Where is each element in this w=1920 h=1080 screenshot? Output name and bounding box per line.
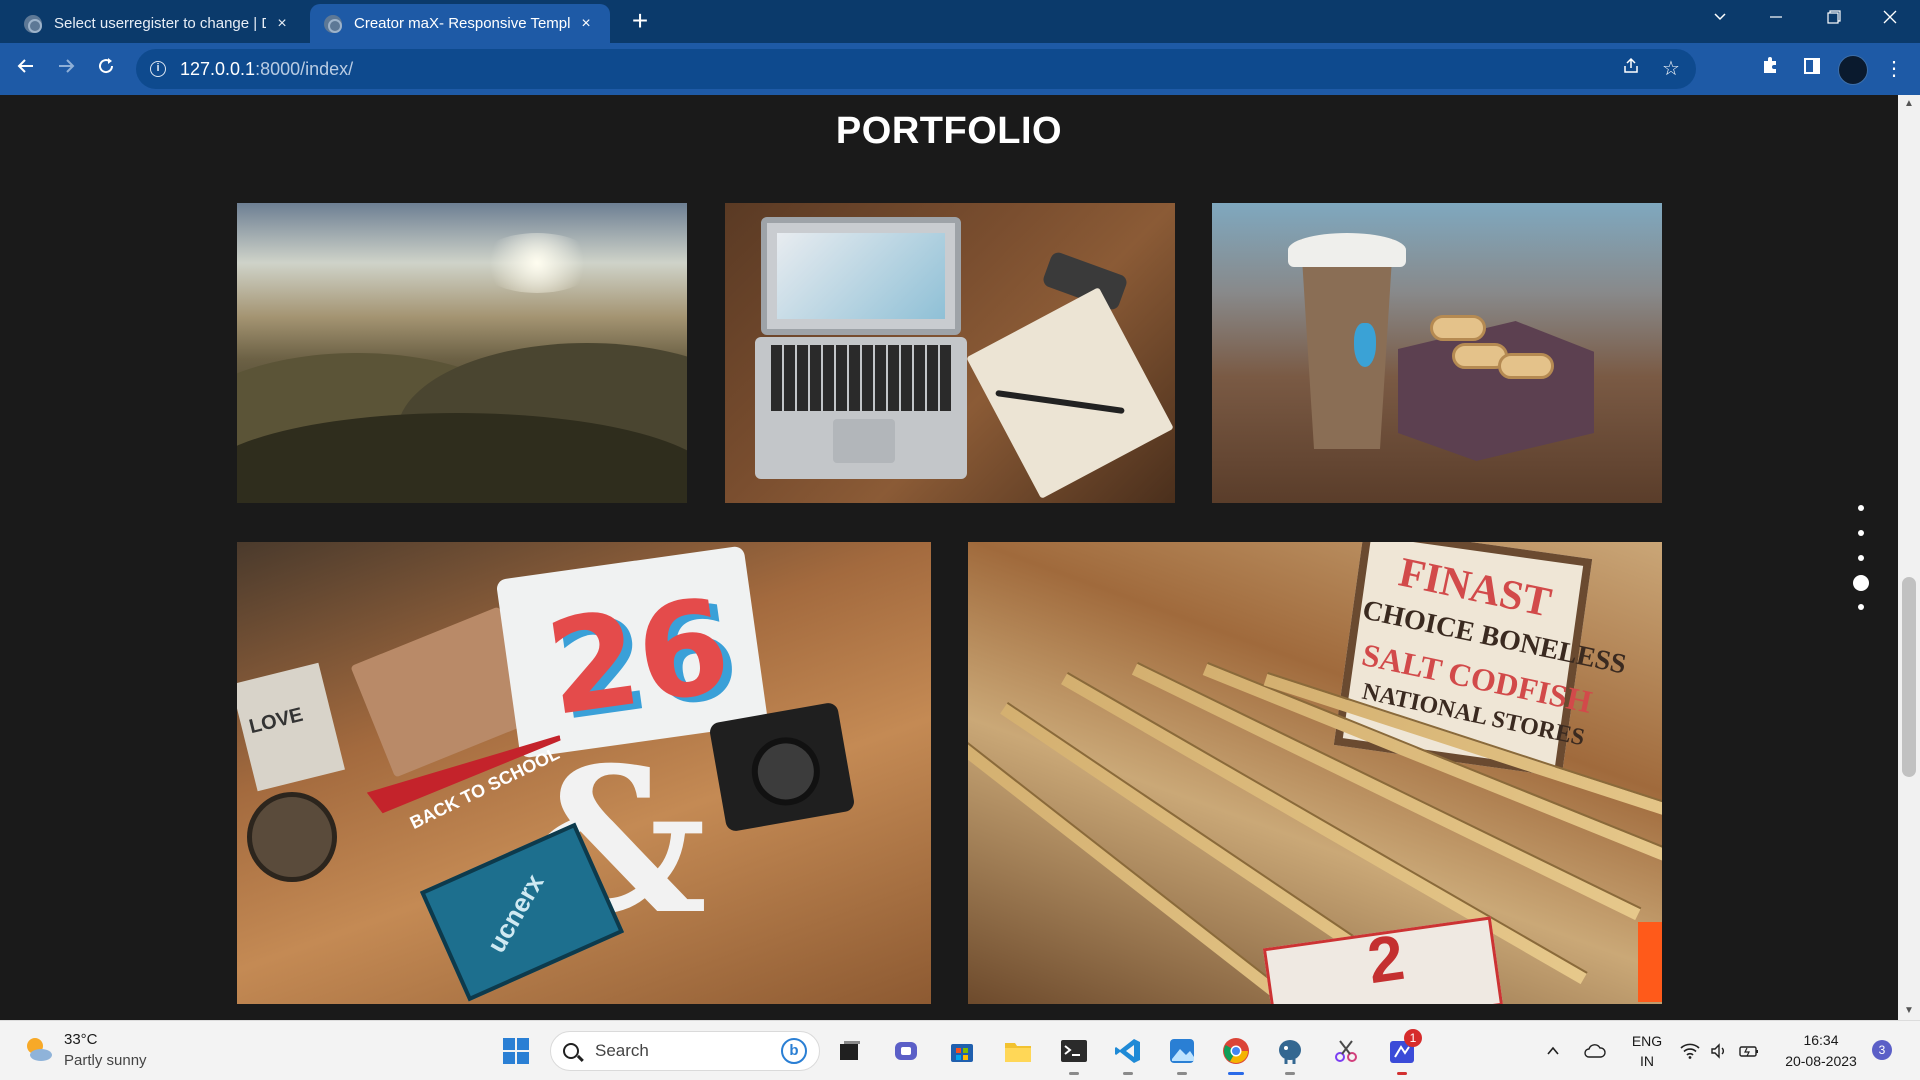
back-button[interactable]	[8, 51, 44, 87]
coffee-cup-lid	[1288, 233, 1406, 267]
laptop-screen	[761, 217, 961, 335]
tab-title: Select userregister to change | Dj	[54, 15, 266, 32]
new-tab-button[interactable]: +	[624, 6, 656, 38]
tray-overflow-chevron-icon[interactable]	[1538, 1031, 1568, 1071]
weather-description[interactable]: Partly sunny	[64, 1052, 147, 1069]
language-indicator-bottom[interactable]: IN	[1628, 1053, 1666, 1069]
macaron	[1498, 353, 1554, 379]
laptop-trackpad	[833, 419, 895, 463]
macaron-box	[1398, 321, 1594, 461]
battery-charging-icon[interactable]	[1734, 1031, 1764, 1071]
profile-avatar[interactable]	[1838, 55, 1868, 85]
running-indicator	[1069, 1072, 1079, 1075]
back-arrow-icon	[17, 59, 33, 73]
section-nav-dot-active[interactable]	[1853, 575, 1869, 591]
bing-icon[interactable]: b	[781, 1038, 807, 1064]
file-explorer-icon[interactable]	[998, 1031, 1038, 1071]
snipping-tool-icon[interactable]	[1326, 1031, 1366, 1071]
section-nav-dot[interactable]	[1858, 604, 1864, 610]
coffee-cup	[1300, 239, 1394, 449]
postgresql-icon[interactable]	[1270, 1031, 1310, 1075]
notification-center-badge[interactable]: 3	[1872, 1040, 1892, 1060]
running-indicator	[1397, 1072, 1407, 1075]
menu-kebab-icon[interactable]: ⋮	[1876, 51, 1912, 87]
volume-icon[interactable]	[1706, 1031, 1732, 1071]
terminal-icon[interactable]	[1054, 1031, 1094, 1075]
running-indicator	[1123, 1072, 1133, 1075]
extensions-icon[interactable]	[1752, 51, 1788, 87]
photos-app-icon[interactable]	[1162, 1031, 1202, 1075]
active-app-indicator	[1228, 1072, 1244, 1075]
browser-tab-strip: Select userregister to change | Dj × Cre…	[0, 0, 1920, 43]
tab-title: Creator maX- Responsive Templa	[354, 15, 570, 32]
language-indicator-top[interactable]: ENG	[1628, 1033, 1666, 1049]
section-nav-dot[interactable]	[1858, 505, 1864, 511]
weather-temperature[interactable]: 33°C	[64, 1031, 98, 1048]
forward-arrow-icon	[59, 59, 75, 73]
partly-sunny-icon[interactable]	[22, 1033, 54, 1065]
portfolio-photo-flatlay-tshirt[interactable]: LOVE BACK TO SCHOOL & ucnerx	[237, 542, 931, 1004]
close-icon[interactable]: ×	[576, 15, 596, 33]
microsoft-store-icon[interactable]	[942, 1031, 982, 1071]
reload-icon	[99, 58, 114, 74]
onedrive-icon[interactable]	[1578, 1031, 1612, 1071]
address-bar[interactable]: i 127.0.0.1:8000/index/ ☆	[136, 49, 1696, 89]
url-path: :8000/index/	[255, 58, 354, 79]
close-window-button[interactable]	[1862, 0, 1918, 40]
minimize-button[interactable]	[1748, 0, 1804, 40]
scroll-down-arrow-icon[interactable]: ▼	[1898, 1002, 1920, 1020]
windows-logo-icon	[503, 1038, 529, 1064]
section-nav-dot[interactable]	[1858, 530, 1864, 536]
taskbar-search[interactable]: Search b	[550, 1031, 820, 1071]
macaron	[1430, 315, 1486, 341]
vintage-camera	[708, 701, 856, 833]
clock-date[interactable]: 20-08-2023	[1772, 1053, 1870, 1069]
close-icon[interactable]: ×	[272, 15, 292, 33]
tab-search-chevron-icon[interactable]	[1692, 0, 1748, 40]
sun-glow	[477, 233, 597, 293]
teams-chat-icon[interactable]	[886, 1031, 926, 1071]
reload-button[interactable]	[88, 51, 124, 87]
bottle-logo	[1354, 323, 1376, 367]
bookmark-star-icon[interactable]: ☆	[1656, 54, 1686, 84]
side-panel-icon[interactable]	[1794, 51, 1830, 87]
url-host: 127.0.0.1	[180, 58, 256, 79]
tab-django-admin[interactable]: Select userregister to change | Dj ×	[10, 4, 306, 43]
portfolio-photo-coffee-macarons[interactable]	[1212, 203, 1662, 503]
section-nav-dot[interactable]	[1858, 555, 1864, 561]
badge-circle	[247, 792, 337, 882]
browser-toolbar: i 127.0.0.1:8000/index/ ☆ ⋮	[0, 43, 1920, 95]
globe-icon	[324, 14, 342, 33]
forward-button[interactable]	[48, 51, 84, 87]
search-icon	[563, 1043, 579, 1059]
start-button[interactable]	[496, 1031, 536, 1071]
task-view-icon[interactable]	[830, 1031, 870, 1071]
scroll-thumb[interactable]	[1902, 577, 1916, 777]
share-icon[interactable]	[1616, 54, 1646, 84]
windows-taskbar: 33°C Partly sunny Search b 1 ENG IN 16:3…	[0, 1020, 1920, 1080]
globe-icon	[24, 14, 42, 33]
page-title: PORTFOLIO	[835, 110, 1063, 152]
vscode-icon[interactable]	[1108, 1031, 1148, 1075]
portfolio-photo-laptop-desk[interactable]	[725, 203, 1175, 503]
running-indicator	[1177, 1072, 1187, 1075]
portfolio-photo-rulers-sign[interactable]: FINAST CHOICE BONELESS SALT CODFISH NATI…	[968, 542, 1662, 1004]
clock-time[interactable]: 16:34	[1776, 1032, 1866, 1048]
tab-creator-max[interactable]: Creator maX- Responsive Templa ×	[310, 4, 610, 43]
restore-button[interactable]	[1806, 0, 1862, 40]
app-notification-badge: 1	[1404, 1029, 1422, 1047]
chrome-icon[interactable]	[1216, 1031, 1256, 1075]
laptop-keyboard	[771, 345, 951, 411]
portfolio-photo-landscape[interactable]	[237, 203, 687, 503]
running-indicator	[1285, 1072, 1295, 1075]
site-info-icon[interactable]: i	[150, 61, 166, 77]
page-viewport: PORTFOLIO LOVE BACK TO SCHOOL &	[0, 95, 1898, 1020]
wifi-icon[interactable]	[1676, 1031, 1704, 1071]
orange-tip	[1638, 922, 1662, 1002]
search-label: Search	[595, 1041, 649, 1060]
scroll-up-arrow-icon[interactable]: ▲	[1898, 95, 1920, 113]
page-scrollbar[interactable]: ▲ ▼	[1898, 95, 1920, 1020]
